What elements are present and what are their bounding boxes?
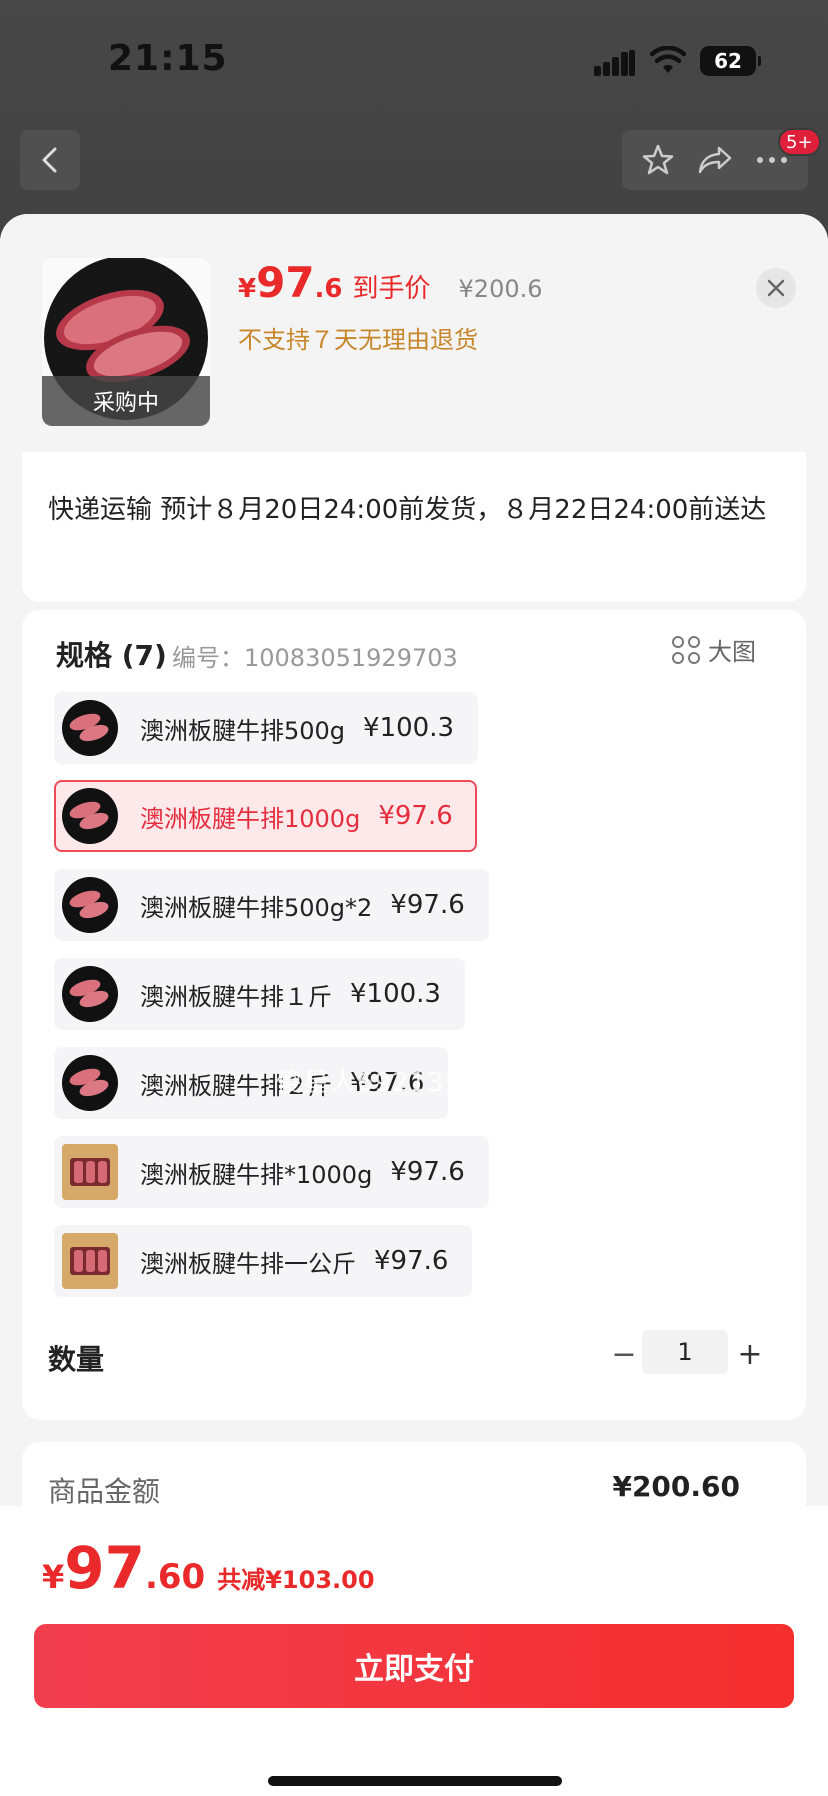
spec-card: 规格 (7) 编号：10083051929703 大图 澳洲板腱牛排500g ¥… <box>22 610 806 1420</box>
option-thumbnail <box>62 1144 118 1200</box>
home-indicator[interactable] <box>268 1776 562 1786</box>
total-integer: 97 <box>64 1534 145 1602</box>
option-thumbnail <box>62 877 118 933</box>
spec-code: 编号：10083051929703 <box>172 644 458 672</box>
product-price: ¥ 97 .6 到手价 ¥200.6 <box>238 258 543 307</box>
cellular-signal-icon <box>594 50 636 76</box>
purchase-sheet: 采购中 ¥ 97 .6 到手价 ¥200.6 不支持７天无理由退货 快递运输 预… <box>0 214 828 1796</box>
option-price: ¥100.3 <box>350 979 441 1009</box>
total-price: ¥ 97 .60 共减¥103.00 <box>42 1534 375 1602</box>
option-thumbnail <box>62 700 118 756</box>
status-bar: 21:15 62 <box>0 0 828 120</box>
option-price: ¥97.6 <box>390 1157 465 1187</box>
share-button[interactable] <box>695 140 735 180</box>
favorite-button[interactable] <box>638 140 678 180</box>
original-price: ¥200.6 <box>458 275 543 303</box>
option-label: 澳洲板腱牛排*1000g <box>140 1160 373 1189</box>
spec-option[interactable]: 澳洲板腱牛排500g ¥100.3 <box>54 692 479 764</box>
thumbnail-status-tag: 采购中 <box>42 376 210 426</box>
option-thumbnail <box>62 1233 118 1289</box>
option-label: 澳洲板腱牛排１斤 <box>140 982 332 1011</box>
option-thumbnail <box>62 788 118 844</box>
option-price: ¥97.6 <box>374 1246 449 1276</box>
option-label: 澳洲板腱牛排500g*2 <box>140 893 373 922</box>
option-label: 澳洲板腱牛排1000g <box>140 804 361 833</box>
option-label: 澳洲板腱牛排一公斤 <box>140 1249 356 1278</box>
checkout-footer: ¥ 97 .60 共减¥103.00 立即支付 <box>0 1506 828 1796</box>
total-decimal: .60 <box>144 1557 206 1597</box>
product-thumbnail[interactable]: 采购中 <box>42 258 210 426</box>
price-tag-label: 到手价 <box>352 274 431 304</box>
quantity-value[interactable]: 1 <box>642 1330 728 1374</box>
watermark: 傻星人6921334EW <box>276 1068 524 1098</box>
spec-option[interactable]: 澳洲板腱牛排500g*2 ¥97.6 <box>54 869 489 941</box>
notification-badge: 5+ <box>778 128 821 156</box>
close-button[interactable] <box>756 268 796 308</box>
wifi-icon <box>650 46 686 73</box>
grid-view-icon <box>672 635 700 664</box>
back-button[interactable] <box>20 130 80 190</box>
quantity-increase-button[interactable]: + <box>732 1336 768 1372</box>
return-policy-notice: 不支持７天无理由退货 <box>238 326 478 354</box>
price-integer: 97 <box>256 258 315 307</box>
spec-option[interactable]: 澳洲板腱牛排１斤 ¥100.3 <box>54 958 465 1030</box>
pay-now-button[interactable]: 立即支付 <box>34 1624 794 1708</box>
chevron-left-icon <box>42 147 57 173</box>
big-view-label: 大图 <box>708 638 756 666</box>
shipping-text: 快递运输 预计８月20日24:00前发货，８月22日24:00前送达 <box>48 495 767 525</box>
sheet-header: 采购中 ¥ 97 .6 到手价 ¥200.6 不支持７天无理由退货 <box>0 214 828 452</box>
option-price: ¥97.6 <box>378 801 453 831</box>
option-thumbnail <box>62 1055 118 1111</box>
option-price: ¥100.3 <box>363 713 455 743</box>
star-icon <box>643 144 674 175</box>
more-dots-icon <box>756 157 787 163</box>
option-label: 澳洲板腱牛排500g <box>140 716 346 745</box>
spec-option[interactable]: 澳洲板腱牛排1000g ¥97.6 <box>54 780 477 852</box>
quantity-label: 数量 <box>48 1343 105 1376</box>
status-time: 21:15 <box>108 38 228 79</box>
amount-value: ¥200.60 <box>612 1470 740 1503</box>
price-decimal: .6 <box>314 274 343 304</box>
battery-icon: 62 <box>700 46 761 76</box>
price-currency: ¥ <box>238 274 257 304</box>
big-view-button[interactable]: 大图 <box>672 632 756 667</box>
total-currency: ¥ <box>42 1558 65 1596</box>
amount-label: 商品金额 <box>48 1475 161 1508</box>
spec-title: 规格 (7) <box>56 639 167 672</box>
spec-option[interactable]: 澳洲板腱牛排一公斤 ¥97.6 <box>54 1225 473 1297</box>
option-thumbnail <box>62 966 118 1022</box>
close-icon <box>767 279 785 297</box>
option-price: ¥97.6 <box>390 890 465 920</box>
total-savings: 共减¥103.00 <box>217 1566 375 1594</box>
quantity-decrease-button[interactable]: − <box>606 1336 642 1372</box>
share-icon <box>698 146 732 174</box>
shipping-card: 快递运输 预计８月20日24:00前发货，８月22日24:00前送达 <box>22 452 806 602</box>
spec-option[interactable]: 澳洲板腱牛排*1000g ¥97.6 <box>54 1136 489 1208</box>
